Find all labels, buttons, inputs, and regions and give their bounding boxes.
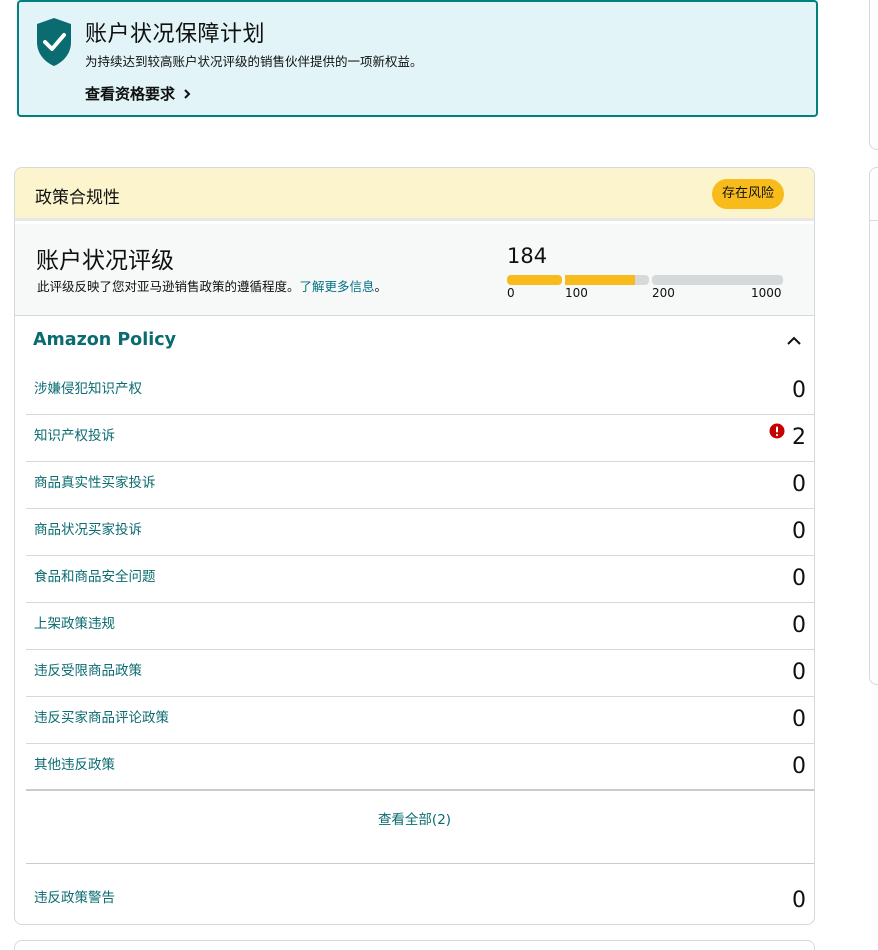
- policy-count: 0: [792, 660, 806, 685]
- policy-row[interactable]: 上架政策违规 0: [26, 603, 814, 650]
- policy-label[interactable]: 知识产权投诉: [34, 424, 115, 444]
- scale-tick: 100: [565, 286, 588, 300]
- policy-row[interactable]: 商品状况买家投诉 0: [26, 509, 814, 556]
- policy-count: 0: [792, 472, 806, 497]
- rating-description: 此评级反映了您对亚马逊销售政策的遵循程度。了解更多信息。: [37, 279, 388, 294]
- account-health-rating: 账户状况评级 此评级反映了您对亚马逊销售政策的遵循程度。了解更多信息。 184 …: [15, 224, 814, 316]
- policy-warnings-label[interactable]: 违反政策警告: [34, 886, 115, 906]
- policy-count: 0: [792, 754, 806, 779]
- policy-label[interactable]: 食品和商品安全问题: [34, 565, 156, 585]
- policy-label[interactable]: 其他违反政策: [34, 753, 115, 773]
- policy-count: 2: [792, 425, 806, 450]
- divider: [26, 863, 814, 864]
- view-eligibility-label: 查看资格要求: [85, 85, 176, 103]
- alert-icon: [769, 423, 785, 439]
- rating-bar-seg-3: [652, 275, 783, 285]
- learn-more-link[interactable]: 了解更多信息: [300, 279, 375, 294]
- scale-tick: 1000: [751, 286, 782, 300]
- policy-row[interactable]: 知识产权投诉 2: [26, 415, 814, 462]
- amazon-policy-heading: Amazon Policy: [33, 330, 176, 350]
- policy-row[interactable]: 食品和商品安全问题 0: [26, 556, 814, 603]
- policy-count: 0: [792, 519, 806, 544]
- policy-count: 0: [792, 707, 806, 732]
- banner-subtitle: 为持续达到较高账户状况评级的销售伙伴提供的一项新权益。: [85, 54, 423, 69]
- policy-label[interactable]: 上架政策违规: [34, 612, 115, 632]
- rating-bar-seg-1: [507, 275, 562, 285]
- card-header: 政策合规性 存在风险: [15, 168, 814, 221]
- scale-tick: 0: [507, 286, 515, 300]
- policy-warnings-count: 0: [792, 888, 806, 913]
- side-card-top: [869, 0, 878, 150]
- rating-score: 184: [507, 244, 548, 268]
- policy-count: 0: [792, 378, 806, 403]
- policy-label[interactable]: 违反买家商品评论政策: [34, 706, 169, 726]
- rating-bar: [507, 275, 783, 285]
- policy-row[interactable]: 涉嫌侵犯知识产权 0: [26, 368, 814, 415]
- side-card-middle: [869, 167, 878, 685]
- shield-check-icon: [37, 18, 71, 66]
- view-all-link[interactable]: 查看全部(2): [15, 808, 814, 828]
- policy-label[interactable]: 违反受限商品政策: [34, 659, 142, 679]
- policy-compliance-card: 政策合规性 存在风险 账户状况评级 此评级反映了您对亚马逊销售政策的遵循程度。了…: [14, 167, 815, 925]
- chevron-up-icon[interactable]: [785, 332, 803, 350]
- next-card: [14, 940, 815, 950]
- policy-row[interactable]: 违反受限商品政策 0: [26, 650, 814, 697]
- scale-tick: 200: [652, 286, 675, 300]
- card-header-title: 政策合规性: [35, 188, 120, 208]
- banner-title: 账户状况保障计划: [85, 22, 266, 47]
- account-health-assurance-banner: 账户状况保障计划 为持续达到较高账户状况评级的销售伙伴提供的一项新权益。 查看资…: [17, 0, 818, 117]
- policy-count: 0: [792, 613, 806, 638]
- policy-count: 0: [792, 566, 806, 591]
- status-badge: 存在风险: [711, 179, 784, 209]
- view-eligibility-link[interactable]: 查看资格要求: [85, 83, 193, 104]
- rating-bar-seg-2: [565, 275, 635, 285]
- rating-title: 账户状况评级: [36, 248, 174, 274]
- policy-label[interactable]: 涉嫌侵犯知识产权: [34, 377, 142, 397]
- policy-label[interactable]: 商品状况买家投诉: [34, 518, 142, 538]
- policy-list: 涉嫌侵犯知识产权 0 知识产权投诉 2 商品真实性买家投诉 0 商品状况买家投诉…: [26, 368, 814, 791]
- policy-row[interactable]: 商品真实性买家投诉 0: [26, 462, 814, 509]
- policy-label[interactable]: 商品真实性买家投诉: [34, 471, 156, 491]
- chevron-right-icon: [184, 88, 191, 99]
- policy-row[interactable]: 违反买家商品评论政策 0: [26, 697, 814, 744]
- rating-bar-seg-2-rest: [635, 275, 649, 285]
- policy-row[interactable]: 其他违反政策 0: [26, 744, 814, 791]
